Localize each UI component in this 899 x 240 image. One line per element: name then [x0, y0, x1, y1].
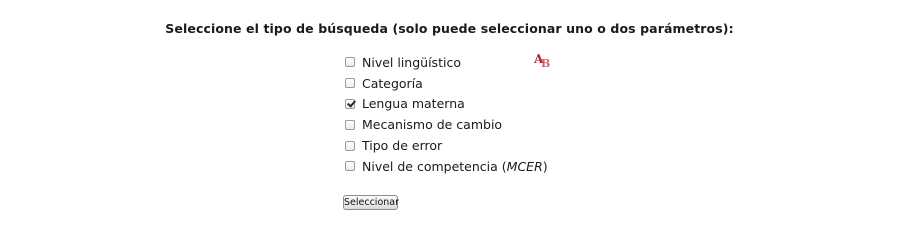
- option-categoria[interactable]: Categoría: [345, 73, 548, 94]
- checkbox[interactable]: [345, 57, 355, 68]
- option-mecanismo-de-cambio[interactable]: Mecanismo de cambio: [345, 114, 548, 135]
- checkbox[interactable]: [345, 140, 355, 151]
- option-label: Lengua materna: [362, 96, 465, 112]
- checkbox[interactable]: [345, 78, 355, 89]
- option-label-suffix: ): [542, 158, 548, 174]
- option-label: Nivel de competencia (MCER): [362, 159, 548, 174]
- option-label: Nivel lingüístico: [362, 54, 461, 70]
- page-heading: Seleccione el tipo de búsqueda (solo pue…: [165, 21, 734, 36]
- checkbox[interactable]: [345, 161, 355, 172]
- option-tipo-de-error[interactable]: Tipo de error: [345, 135, 548, 156]
- checkbox[interactable]: [345, 119, 355, 130]
- option-label: Mecanismo de cambio: [362, 117, 503, 133]
- option-label-italic: MCER: [506, 158, 543, 174]
- seleccionar-button[interactable]: Seleccionar: [343, 195, 399, 210]
- option-nivel-linguistico[interactable]: Nivel lingüístico: [345, 52, 548, 73]
- option-lengua-materna[interactable]: Lengua materna: [345, 94, 548, 115]
- search-type-options: Nivel lingüístico Categoría Lengua mater…: [345, 52, 548, 177]
- checkbox[interactable]: [345, 98, 355, 109]
- option-label: Tipo de error: [362, 138, 443, 154]
- option-nivel-de-competencia[interactable]: Nivel de competencia (MCER): [345, 156, 548, 177]
- option-label: Categoría: [362, 75, 423, 91]
- option-label-prefix: Nivel de competencia (: [362, 158, 507, 174]
